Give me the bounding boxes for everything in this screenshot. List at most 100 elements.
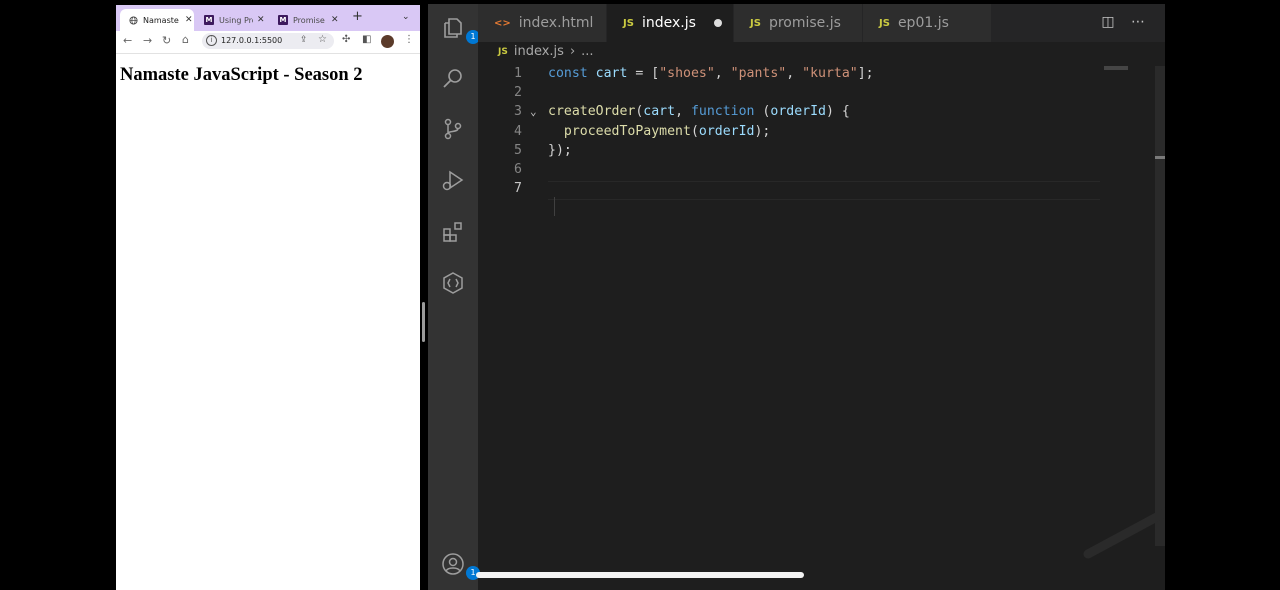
tab-index-js[interactable]: JS index.js xyxy=(607,4,733,42)
js-file-icon: JS xyxy=(498,46,508,57)
address-bar[interactable]: i 127.0.0.1:5500 ⇪ ☆ xyxy=(202,33,334,49)
extensions-icon[interactable] xyxy=(441,220,465,244)
code-token: ) { xyxy=(825,104,850,120)
breadcrumb-symbol[interactable]: ... xyxy=(581,44,593,59)
tab-search-chevron-icon[interactable]: ⌄ xyxy=(402,12,410,22)
breadcrumb-file[interactable]: index.js xyxy=(514,44,564,59)
breadcrumb: JS index.js › ... xyxy=(498,44,594,59)
search-icon[interactable] xyxy=(441,66,465,90)
html-file-icon: <> xyxy=(494,17,511,29)
presenter-video-overlay xyxy=(1083,507,1165,559)
window-splitter-handle[interactable] xyxy=(422,302,425,342)
code-text: }); xyxy=(548,141,572,160)
new-tab-button[interactable]: + xyxy=(352,9,363,24)
code-token: orderId xyxy=(698,123,755,139)
js-file-icon: JS xyxy=(623,17,634,29)
code-token: cart xyxy=(643,104,676,120)
home-icon[interactable]: ⌂ xyxy=(182,33,189,46)
browser-tab-strip: Namaste ✕ M Using Pro ✕ M Promise ✕ + ⌄ xyxy=(116,5,420,31)
accounts-icon[interactable]: 1 xyxy=(441,552,480,580)
code-line[interactable]: 1 const cart = ["shoes", "pants", "kurta"… xyxy=(478,64,1108,83)
minimap[interactable] xyxy=(1104,66,1128,70)
split-editor-icon[interactable]: ◫ xyxy=(1101,14,1114,30)
code-token: ( xyxy=(754,104,771,120)
close-icon[interactable]: ✕ xyxy=(185,15,193,25)
browser-tab-namaste[interactable]: Namaste ✕ xyxy=(120,9,194,31)
side-panel-icon[interactable]: ◧ xyxy=(362,34,371,45)
source-control-icon[interactable] xyxy=(441,117,465,141)
close-icon[interactable]: ✕ xyxy=(331,15,339,25)
code-text: const cart = ["shoes", "pants", "kurta"]… xyxy=(548,64,874,83)
code-token: = [ xyxy=(627,66,660,81)
mdn-icon: M xyxy=(278,15,288,25)
code-line[interactable]: 3 ⌄ createOrder(cart, function (orderId) { xyxy=(478,102,1108,121)
code-token: createOrder xyxy=(548,104,636,120)
code-token: , xyxy=(675,104,691,120)
code-line[interactable]: 4 proceedToPayment(orderId); xyxy=(478,122,1108,141)
share-icon[interactable]: ⇪ xyxy=(300,35,308,45)
editor-actions: ◫ ⋯ xyxy=(1101,14,1145,30)
code-token: const xyxy=(548,66,588,81)
browser-tab-title: Namaste xyxy=(143,15,179,25)
tab-label: promise.js xyxy=(768,15,841,31)
code-token: "shoes" xyxy=(659,66,715,81)
browser-tab-title: Promise xyxy=(293,15,325,25)
code-line[interactable]: 6 xyxy=(478,160,1108,179)
bookmark-star-icon[interactable]: ☆ xyxy=(318,34,327,45)
profile-avatar[interactable] xyxy=(381,35,394,48)
tab-ep01-js[interactable]: JS ep01.js xyxy=(863,4,991,42)
browser-toolbar: ← → ↻ ⌂ i 127.0.0.1:5500 ⇪ ☆ ✣ ◧ ⋮ xyxy=(116,31,420,54)
tab-label: ep01.js xyxy=(897,15,949,31)
line-number: 5 xyxy=(514,142,522,158)
remote-explorer-icon[interactable] xyxy=(441,271,465,295)
explorer-files-icon[interactable]: 1 xyxy=(441,16,480,44)
code-token: ]; xyxy=(857,66,874,81)
extensions-puzzle-icon[interactable]: ✣ xyxy=(342,34,350,45)
vscode-window: 1 1 <> index.html JS index.js JS promise… xyxy=(428,4,1165,590)
code-text: createOrder(cart, function (orderId) { xyxy=(548,102,850,121)
indent-guide xyxy=(554,197,555,216)
line-number: 3 xyxy=(514,104,522,120)
site-info-icon[interactable]: i xyxy=(206,35,217,46)
tab-index-html[interactable]: <> index.html xyxy=(478,4,606,42)
url-text: 127.0.0.1:5500 xyxy=(221,36,283,45)
reload-icon[interactable]: ↻ xyxy=(162,34,171,47)
code-token: }); xyxy=(548,142,572,158)
line-number: 2 xyxy=(514,85,522,101)
tab-label: index.js xyxy=(641,15,696,31)
browser-menu-icon[interactable]: ⋮ xyxy=(404,34,414,45)
line-number: 1 xyxy=(514,66,522,81)
page-heading: Namaste JavaScript - Season 2 xyxy=(120,65,363,85)
code-editor[interactable]: 1 const cart = ["shoes", "pants", "kurta"… xyxy=(478,64,1165,584)
mdn-icon: M xyxy=(204,15,214,25)
activity-bar: 1 1 xyxy=(428,4,480,590)
code-token: , xyxy=(786,66,803,81)
forward-arrow-icon[interactable]: → xyxy=(143,34,152,47)
line-number: 6 xyxy=(514,162,522,177)
run-debug-icon[interactable] xyxy=(441,169,465,193)
chevron-right-icon: › xyxy=(569,44,576,59)
code-token: ( xyxy=(690,123,699,139)
code-line[interactable]: 2 xyxy=(478,83,1108,102)
code-line[interactable]: 5}); xyxy=(478,141,1108,160)
code-token: orderId xyxy=(770,104,826,120)
line-number: 4 xyxy=(514,123,522,139)
browser-window: Namaste ✕ M Using Pro ✕ M Promise ✕ + ⌄ … xyxy=(116,5,420,590)
close-icon[interactable]: ✕ xyxy=(257,15,265,25)
browser-tab-using-promises[interactable]: M Using Pro ✕ xyxy=(196,9,268,31)
tab-promise-js[interactable]: JS promise.js xyxy=(734,4,862,42)
unsaved-dot-icon[interactable] xyxy=(714,19,722,27)
tab-label: index.html xyxy=(518,15,594,31)
editor-tabs-bar: <> index.html JS index.js JS promise.js … xyxy=(478,4,1165,42)
code-token: cart xyxy=(595,66,628,81)
fold-chevron-icon[interactable]: ⌄ xyxy=(530,102,537,121)
horizontal-scrollbar[interactable] xyxy=(476,572,804,578)
more-actions-icon[interactable]: ⋯ xyxy=(1131,14,1145,30)
back-arrow-icon[interactable]: ← xyxy=(123,34,132,47)
code-token: "pants" xyxy=(730,66,787,81)
browser-tab-promise[interactable]: M Promise ✕ xyxy=(270,9,342,31)
code-token: "kurta" xyxy=(802,66,858,81)
code-line[interactable]: 7 xyxy=(478,179,1108,198)
